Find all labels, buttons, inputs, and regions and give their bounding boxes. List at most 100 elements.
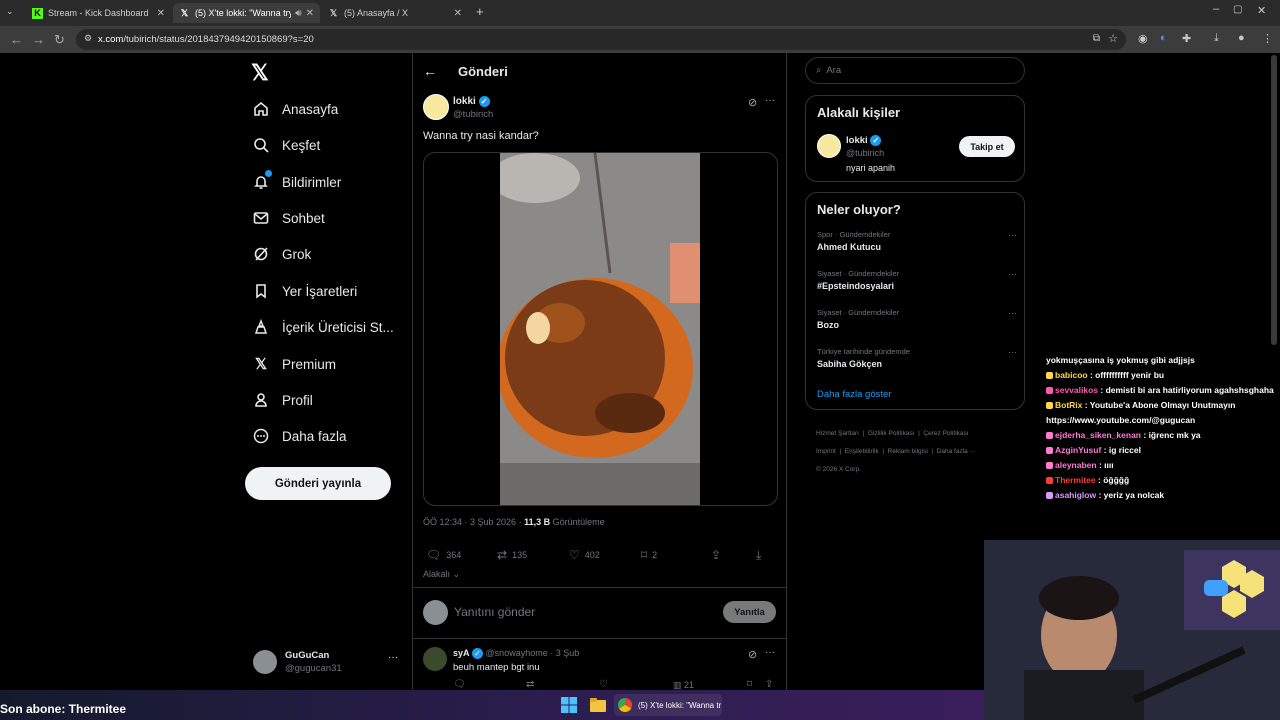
back-arrow-icon[interactable]: ← [423, 63, 437, 79]
star-icon[interactable]: ☆ [1108, 32, 1118, 45]
chat-username[interactable]: asahiglow [1055, 490, 1096, 500]
sidebar-item-home[interactable]: Anasayfa [252, 94, 338, 124]
more-icon[interactable]: ··· [765, 95, 775, 106]
forward-icon[interactable]: → [32, 32, 45, 47]
bookmark-action[interactable]: ⌑ 2 [641, 548, 657, 562]
tab-kick-dashboard[interactable]: K Stream - Kick Dashboard ✕ [26, 3, 171, 23]
sidebar-item-chat[interactable]: Sohbet [252, 203, 325, 233]
post-video[interactable] [423, 152, 778, 506]
menu-icon[interactable]: ⋮ [1262, 32, 1273, 45]
extension-icon[interactable]: ◐ [1160, 32, 1167, 44]
reload-icon[interactable]: ↻ [54, 32, 65, 48]
speaker-icon[interactable]: 🔊︎ [295, 8, 301, 19]
sidebar-item-bookmarks[interactable]: Yer İşaretleri [252, 276, 357, 306]
reply-reply-icon[interactable]: 🗨︎ [453, 679, 466, 690]
footer-more[interactable]: Daha fazla ··· [937, 448, 976, 455]
trend-item[interactable]: Siyaset · Gündemdekiler #Epsteindosyalar… [817, 269, 1017, 291]
grok-icon[interactable]: ⊘ [748, 648, 757, 661]
reply-repost-icon[interactable]: ⇄ [526, 679, 534, 690]
chat-username[interactable]: ejderha_siken_kenan [1055, 430, 1141, 440]
close-icon[interactable]: ✕ [454, 8, 462, 19]
profile-icon[interactable]: ● [1238, 32, 1245, 44]
close-window-icon[interactable]: ✕ [1257, 4, 1266, 17]
share-action[interactable]: ⇪ [711, 548, 726, 562]
chat-username[interactable]: Thermitee [1055, 475, 1096, 485]
close-icon[interactable]: ✕ [306, 8, 314, 19]
new-tab-icon[interactable]: + [476, 4, 484, 19]
footer-accessibility[interactable]: Erişilebilirlik [845, 448, 879, 455]
sort-dropdown[interactable]: Alakalı ⌄ [423, 569, 460, 580]
reply-like-icon[interactable]: ♡ [599, 679, 608, 690]
more-icon[interactable]: ··· [388, 652, 398, 663]
search-input[interactable]: ⌕ Ara [805, 57, 1025, 84]
sidebar-item-premium[interactable]: 𝕏 Premium [252, 349, 336, 379]
post-button[interactable]: Gönderi yayınla [245, 467, 391, 500]
reply-input[interactable]: Yanıtını gönder [454, 605, 535, 619]
windows-start-icon[interactable] [561, 694, 577, 716]
chat-username[interactable]: aleynaben [1055, 460, 1097, 470]
account-switcher[interactable]: GuGuCan @gugucan31 ··· [253, 646, 401, 682]
footer-ads[interactable]: Reklam bilgisi [888, 448, 928, 455]
like-action[interactable]: ♡ 402 [569, 548, 600, 562]
bar-chart-icon: ▥ [673, 680, 685, 690]
more-icon[interactable]: ··· [1008, 347, 1017, 357]
file-explorer-icon[interactable] [590, 694, 606, 716]
tab-x-lokki[interactable]: 𝕏 (5) X'te lokki: "Wanna try n 🔊︎ ✕ [173, 3, 320, 23]
reply-handle[interactable]: @snowayhome · 3 Şub [486, 648, 580, 658]
chat-username[interactable]: BotRix [1055, 400, 1082, 410]
footer-terms[interactable]: Hizmet Şartları [816, 430, 859, 437]
minimize-icon[interactable]: – [1213, 3, 1219, 15]
grok-icon[interactable]: ⊘ [748, 96, 757, 109]
puzzle-icon[interactable]: ✚ [1182, 32, 1191, 45]
back-icon[interactable]: ← [10, 32, 23, 47]
more-icon[interactable]: ··· [765, 647, 775, 658]
more-icon[interactable]: ··· [1008, 230, 1017, 240]
download-action[interactable]: ⤓ [756, 548, 766, 563]
author-name[interactable]: lokki ✓ [453, 96, 490, 107]
site-info-icon[interactable]: ⚙ [84, 33, 92, 44]
scrollbar[interactable] [1271, 55, 1277, 345]
chat-username[interactable]: AzginYusuf [1055, 445, 1101, 455]
sidebar-item-profile[interactable]: Profil [252, 385, 313, 415]
sidebar-item-creator-studio[interactable]: İçerik Üreticisi St... [252, 312, 394, 342]
sidebar-item-notifications[interactable]: Bildirimler [252, 167, 341, 197]
author-handle[interactable]: @tubirich [453, 109, 493, 120]
url-bar[interactable]: ⚙ x.com/tubirich/status/2018437949420150… [76, 29, 1126, 50]
reply-avatar[interactable] [423, 647, 447, 671]
trend-item[interactable]: Türkiye tarihinde gündemde Sabiha Gökçen… [817, 347, 1017, 369]
taskbar-chrome-app[interactable]: (5) X'te lokki: "Wanna tr [614, 694, 722, 716]
repost-action[interactable]: ⇄ 135 [497, 548, 527, 562]
footer-cookies[interactable]: Çerez Politikası [923, 430, 968, 437]
page-title: Gönderi [458, 64, 508, 79]
maximize-icon[interactable]: ▢ [1233, 4, 1242, 15]
sidebar-item-explore[interactable]: Keşfet [252, 130, 320, 160]
footer-imprint[interactable]: Imprint [816, 448, 836, 455]
more-icon[interactable]: ··· [1008, 308, 1017, 318]
reply-author[interactable]: syA [453, 648, 470, 658]
install-icon[interactable]: ⧉ [1093, 33, 1100, 44]
reply-button[interactable]: Yanıtla [723, 601, 776, 623]
person-avatar[interactable] [817, 134, 841, 158]
trend-item[interactable]: Spor · Gündemdekiler Ahmed Kutucu ··· [817, 230, 1017, 252]
reply-bookmark-icon[interactable]: ⌑ [747, 679, 752, 690]
show-more-link[interactable]: Daha fazla göster [817, 389, 891, 400]
author-avatar[interactable] [423, 94, 449, 120]
chat-username[interactable]: sevvalikos [1055, 385, 1098, 395]
person-handle[interactable]: @tubirich [846, 148, 884, 158]
reply-share-icon[interactable]: ⇪ [765, 679, 773, 690]
sidebar-item-more[interactable]: Daha fazla [252, 421, 347, 451]
footer-privacy[interactable]: Gizlilik Politikası [868, 430, 915, 437]
download-icon[interactable]: ⤓ [1214, 32, 1219, 45]
trend-item[interactable]: Siyaset · Gündemdekiler Bozo ··· [817, 308, 1017, 330]
more-icon[interactable]: ··· [1008, 269, 1017, 279]
extension-icon[interactable]: ◉ [1138, 32, 1148, 45]
follow-button[interactable]: Takip et [959, 136, 1015, 157]
chat-username[interactable]: babicoo [1055, 370, 1088, 380]
x-logo-icon[interactable]: 𝕏 [251, 60, 269, 86]
tab-x-home[interactable]: 𝕏 (5) Anasayfa / X ✕ [322, 3, 468, 23]
reply-action[interactable]: 🗨︎ 364 [426, 548, 461, 562]
tab-search-icon[interactable]: ⌄ [6, 6, 14, 17]
close-icon[interactable]: ✕ [157, 8, 165, 19]
person-name-line[interactable]: lokki ✓ [846, 135, 882, 146]
sidebar-item-grok[interactable]: Grok [252, 239, 311, 269]
